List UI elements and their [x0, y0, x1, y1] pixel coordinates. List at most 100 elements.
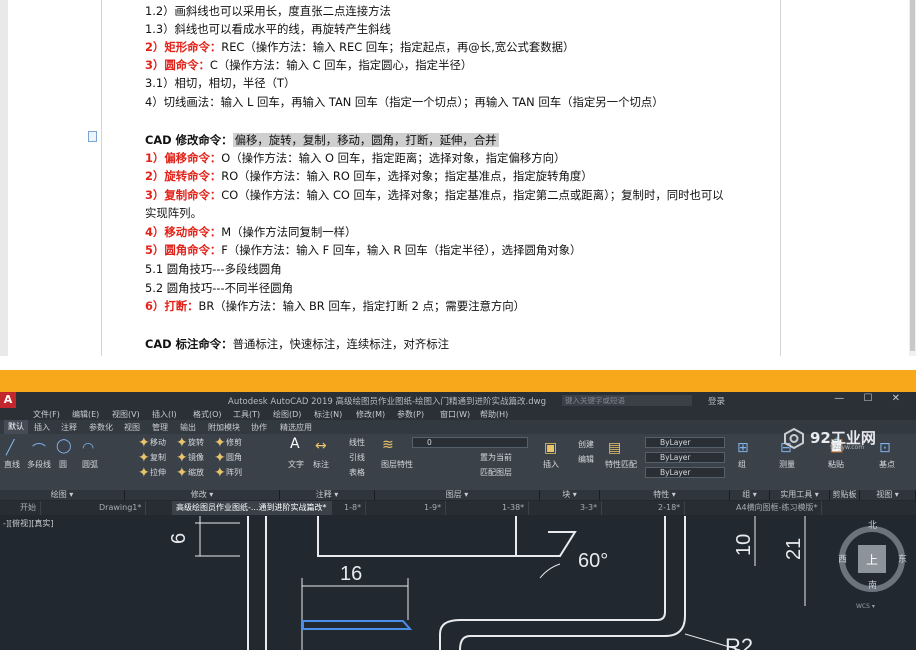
ribbon-panel-label[interactable]: 剪贴板 [830, 490, 860, 500]
modify-tool-icon[interactable]: ✦ [176, 450, 188, 466]
viewcube-north[interactable]: 北 [868, 520, 877, 531]
chamfer-outline[interactable] [516, 531, 577, 557]
ribbon-tab[interactable]: 协作 [251, 422, 267, 433]
insert-block-icon[interactable]: ▣ [544, 440, 557, 456]
ribbon-tab[interactable]: 参数化 [89, 422, 113, 433]
document-tab[interactable]: 高级绘图员作业图纸-...通到进阶实战篇改* [172, 501, 332, 515]
circle-icon[interactable]: ◯ [56, 438, 72, 454]
viewcube-south[interactable]: 南 [868, 579, 877, 591]
ribbon-tab[interactable]: 插入 [34, 422, 50, 433]
dimension-text[interactable]: 10 [733, 534, 755, 556]
search-input[interactable]: 键入关键字或短语 [562, 395, 692, 406]
menu-item[interactable]: 绘图(D) [273, 409, 301, 420]
modify-tool-icon[interactable]: ✦ [138, 465, 150, 481]
document-tab[interactable]: Drawing1* [95, 501, 147, 515]
menu-item[interactable]: 帮助(H) [480, 409, 508, 420]
paste-tool[interactable]: 粘贴 [828, 459, 844, 470]
menu-item[interactable]: 编辑(E) [72, 409, 99, 420]
modify-tool-icon[interactable]: ✦ [214, 465, 226, 481]
document-tab[interactable]: 3-3* [576, 501, 603, 515]
viewcube-top[interactable]: 上 [866, 553, 878, 567]
menu-item[interactable]: 工具(T) [233, 409, 260, 420]
linear-tool[interactable]: 线性 [349, 437, 365, 448]
menu-item[interactable]: 参数(P) [397, 409, 424, 420]
ribbon-tab[interactable]: 附加模块 [208, 422, 240, 433]
ribbon-panel-label[interactable]: 修改 ▾ [125, 490, 280, 500]
ribbon-panel-label[interactable]: 实用工具 ▾ [770, 490, 830, 500]
modify-tool-7[interactable]: 缩放 [188, 467, 204, 478]
document-tab[interactable]: 开始 [16, 501, 41, 515]
layer-properties-icon[interactable]: ≋ [382, 437, 394, 453]
modify-tool-8[interactable]: 阵列 [226, 467, 242, 478]
modify-tool-icon[interactable]: ✦ [214, 435, 226, 451]
modify-tool-6[interactable]: 拉伸 [150, 467, 166, 478]
ribbon-panel-label[interactable]: 注释 ▾ [280, 490, 375, 500]
properties-icon[interactable]: ▤ [608, 440, 621, 456]
modify-tool-icon[interactable]: ✦ [176, 465, 188, 481]
viewcube-west[interactable]: 西 [838, 554, 847, 565]
login-link[interactable]: 登录 [708, 395, 725, 407]
menu-item[interactable]: 文件(F) [33, 409, 60, 420]
ribbon-panel-label[interactable]: 视图 ▾ [860, 490, 916, 500]
layer-combo[interactable]: 0 [412, 437, 528, 448]
selected-object[interactable] [302, 620, 413, 630]
profile-outline[interactable] [439, 516, 666, 650]
bylayer-combo[interactable]: ByLayer [645, 452, 725, 463]
group-icon[interactable]: ⊞ [737, 440, 749, 456]
menu-item[interactable]: 标注(N) [314, 409, 342, 420]
match-properties-tool[interactable]: 特性匹配 [605, 459, 637, 470]
document-tab[interactable]: A4横向图框-练习模版* [732, 501, 823, 515]
modify-tool-3[interactable]: 复制 [150, 452, 166, 463]
vertical-scrollbar[interactable] [909, 0, 916, 356]
draw-tool-0[interactable]: 直线 [4, 459, 20, 470]
table-tool[interactable]: 表格 [349, 467, 365, 478]
viewcube-east[interactable]: 东 [898, 553, 907, 565]
modify-tool-icon[interactable]: ✦ [138, 450, 150, 466]
dimension-text[interactable]: 21 [783, 538, 805, 560]
menu-item[interactable]: 格式(O) [193, 409, 222, 420]
modify-tool-4[interactable]: 镜像 [188, 452, 204, 463]
dimension-tool[interactable]: 标注 [313, 459, 329, 470]
modify-tool-5[interactable]: 圆角 [226, 452, 242, 463]
set-current-tool[interactable]: 置为当前 [480, 452, 512, 463]
document-tab[interactable]: 2-18* [654, 501, 686, 515]
menu-item[interactable]: 插入(I) [152, 409, 177, 420]
modify-tool-2[interactable]: 修剪 [226, 437, 242, 448]
slot-outline[interactable] [317, 516, 517, 557]
base-tool[interactable]: 基点 [879, 459, 895, 470]
ribbon-tab[interactable]: 输出 [180, 422, 196, 433]
modify-tool-icon[interactable]: ✦ [138, 435, 150, 451]
leader-tool[interactable]: 引线 [349, 452, 365, 463]
edit-block-tool[interactable]: 编辑 [578, 454, 594, 465]
menu-item[interactable]: 窗口(W) [440, 409, 470, 420]
document-tab[interactable]: 1-8* [340, 501, 367, 515]
bylayer-combo[interactable]: ByLayer [645, 467, 725, 478]
bylayer-combo[interactable]: ByLayer [645, 437, 725, 448]
group-tool[interactable]: 组 [738, 459, 746, 470]
autocad-logo[interactable]: A [0, 392, 16, 408]
draw-tool-2[interactable]: 圆 [59, 459, 67, 470]
dimension-text[interactable]: 6 [168, 533, 190, 544]
ribbon-panel-label[interactable]: 绘图 ▾ [0, 490, 125, 500]
angle-arc[interactable] [539, 563, 561, 579]
document-tab[interactable]: 1-38* [498, 501, 530, 515]
dimension-text[interactable]: R2 [725, 634, 753, 650]
ribbon-tab[interactable]: 管理 [152, 422, 168, 433]
window-controls-icon[interactable]: — ☐ ✕ [834, 393, 908, 404]
ribbon-tab[interactable]: 注释 [61, 422, 77, 433]
modify-tool-1[interactable]: 旋转 [188, 437, 204, 448]
text-icon[interactable]: A [290, 436, 300, 452]
insert-tool[interactable]: 插入 [543, 459, 559, 470]
ribbon-tab[interactable]: 默认 [4, 420, 28, 434]
text-tool[interactable]: 文字 [288, 459, 304, 470]
menu-item[interactable]: 修改(M) [356, 409, 385, 420]
ribbon-tab[interactable]: 精选应用 [280, 422, 312, 433]
ribbon-tab[interactable]: 视图 [124, 422, 140, 433]
modify-tool-icon[interactable]: ✦ [176, 435, 188, 451]
measure-tool[interactable]: 测量 [779, 459, 795, 470]
scrollbar-thumb[interactable] [910, 0, 915, 351]
dimension-text[interactable]: 16 [340, 563, 362, 585]
ribbon-panel-label[interactable]: 特性 ▾ [600, 490, 730, 500]
polyline-icon[interactable]: ⌒ [32, 440, 46, 460]
document-tab[interactable]: 1-9* [420, 501, 447, 515]
